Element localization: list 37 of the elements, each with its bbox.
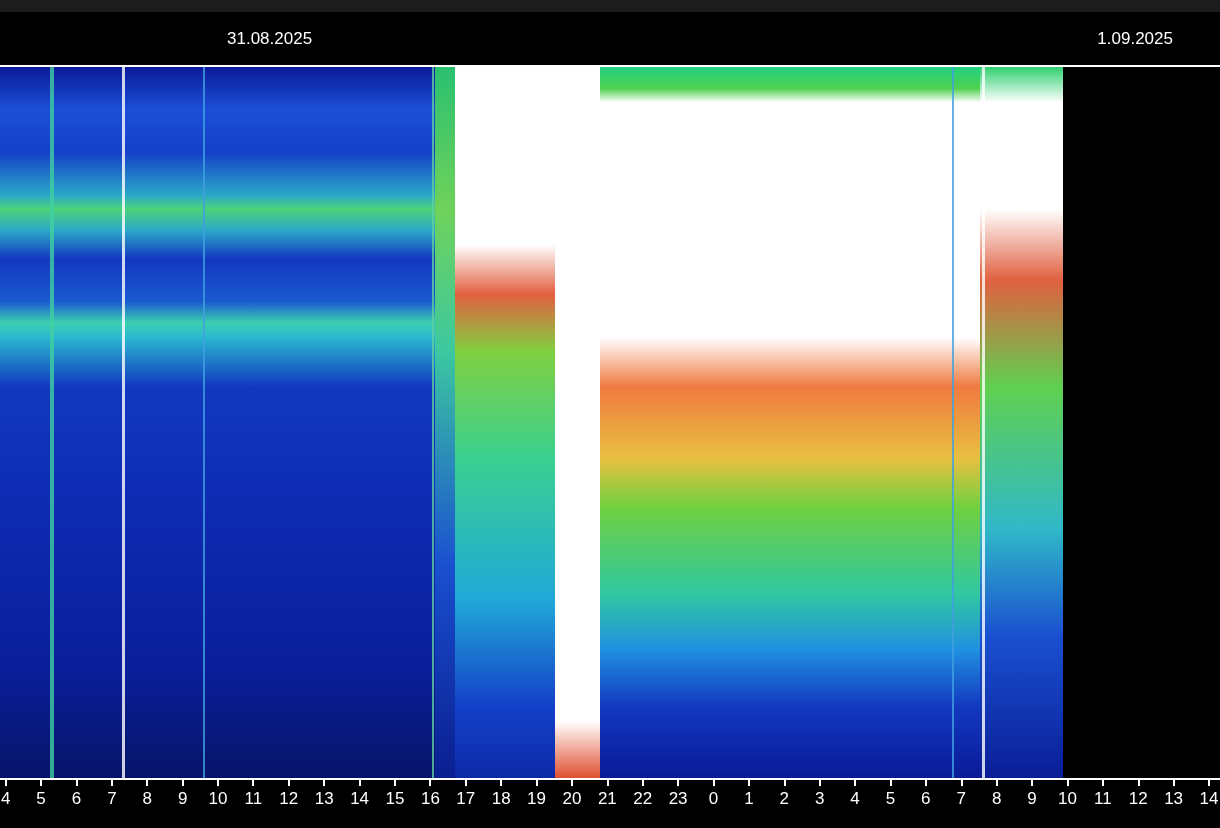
- hour-label: 23: [668, 788, 688, 810]
- hour-label: 19: [527, 788, 546, 810]
- hour-label: 1: [744, 788, 754, 810]
- hour-label: 10: [208, 788, 228, 810]
- hour-label: 12: [279, 788, 299, 810]
- hour-label: 21: [597, 788, 617, 810]
- hour-label: 17: [456, 788, 476, 810]
- hour-label: 20: [562, 788, 582, 810]
- hour-label: 13: [314, 788, 334, 810]
- hour-label: 8: [142, 788, 152, 810]
- hour-label: 9: [177, 788, 188, 810]
- hour-label: 12: [1128, 788, 1148, 810]
- hour-label: 7: [107, 788, 117, 810]
- hour-label: 9: [1027, 788, 1037, 810]
- date-label: 31.08.2025: [227, 27, 313, 50]
- hour-label: 8: [991, 788, 1002, 810]
- hour-label: 11: [244, 788, 263, 810]
- hour-label: 18: [491, 788, 511, 810]
- hour-label: 22: [633, 788, 653, 810]
- hour-label: 4: [0, 788, 11, 810]
- hour-label: 7: [956, 788, 966, 810]
- hour-label: 16: [420, 788, 440, 810]
- hour-label: 10: [1057, 788, 1077, 810]
- hour-label: 2: [779, 788, 789, 810]
- hour-label: 13: [1164, 788, 1184, 810]
- hour-label: 6: [921, 788, 931, 810]
- hour-label: 3: [814, 788, 825, 810]
- date-label: 1.09.2025: [1097, 27, 1173, 50]
- hour-label: 11: [1093, 788, 1112, 810]
- hour-label: 0: [708, 788, 719, 810]
- hour-label: 14: [350, 788, 370, 810]
- hour-label: 15: [385, 788, 405, 810]
- hour-label: 14: [1199, 788, 1219, 810]
- hour-label: 5: [36, 788, 46, 810]
- hour-label: 5: [885, 788, 896, 810]
- hour-label: 6: [71, 788, 82, 810]
- hour-label: 4: [850, 788, 860, 810]
